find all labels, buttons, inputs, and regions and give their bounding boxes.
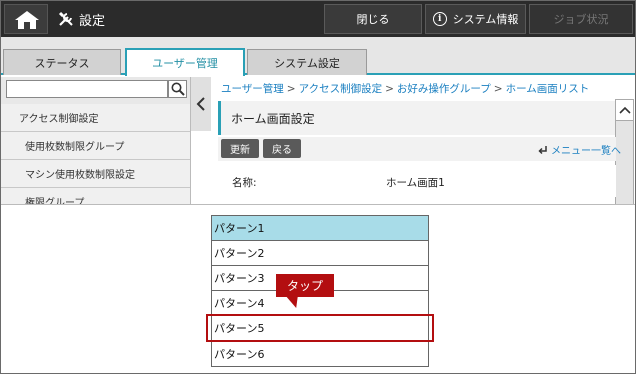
breadcrumb-user-management[interactable]: ユーザー管理 <box>221 83 284 95</box>
option-label: パターン1 <box>214 222 265 235</box>
panel-title: ホーム画面設定 <box>218 101 616 135</box>
tab-user-management-label: ユーザー管理 <box>152 57 218 70</box>
main-content: ユーザー管理 > アクセス制御設定 > お好み操作グループ > ホーム画面リスト ホーム画面… <box>213 77 635 207</box>
option-label: パターン6 <box>214 347 265 361</box>
breadcrumb-home-list[interactable]: ホーム画面リスト <box>506 83 590 95</box>
home-icon <box>15 11 39 29</box>
search-button[interactable] <box>168 80 187 98</box>
sidebar-item-access-control[interactable]: アクセス制御設定 <box>1 104 190 132</box>
app-window: 設定 閉じる i システム情報 ジョブ状況 ステータス ユーザー管理 システム設… <box>0 0 636 374</box>
update-button-label: 更新 <box>230 145 250 156</box>
tab-system-settings[interactable]: システム設定 <box>247 49 367 75</box>
sidebar-item-label: マシン使用枚数制限設定 <box>25 170 135 181</box>
option-label: パターン4 <box>214 297 265 310</box>
search-input[interactable] <box>6 80 168 98</box>
breadcrumb-separator: > <box>493 83 503 95</box>
info-icon: i <box>432 12 447 26</box>
sidebar-item-label: アクセス制御設定 <box>19 114 99 125</box>
tab-user-management[interactable]: ユーザー管理 <box>125 48 245 76</box>
menu-list-link[interactable]: メニュー一覧へ <box>538 142 621 157</box>
tab-bar: ステータス ユーザー管理 システム設定 <box>1 37 635 76</box>
chevron-up-icon <box>618 106 631 114</box>
name-field-row: 名称: ホーム画面1 <box>218 165 616 197</box>
return-arrow-icon <box>538 145 547 154</box>
tab-status[interactable]: ステータス <box>3 49 121 75</box>
close-button[interactable]: 閉じる <box>324 4 422 34</box>
back-button-label: 戻る <box>272 145 292 156</box>
job-status-label: ジョブ状況 <box>553 13 609 26</box>
option-pattern-1[interactable]: パターン1 <box>212 216 428 241</box>
chevron-left-icon <box>196 97 205 111</box>
system-info-label: システム情報 <box>452 13 519 26</box>
breadcrumb: ユーザー管理 > アクセス制御設定 > お好み操作グループ > ホーム画面リスト <box>221 81 589 96</box>
update-button[interactable]: 更新 <box>221 139 259 158</box>
header-bar: 設定 閉じる i システム情報 ジョブ状況 <box>1 1 635 37</box>
menu-list-label: メニュー一覧へ <box>551 146 621 157</box>
sidebar-list: アクセス制御設定 使用枚数制限グループ マシン使用枚数制限設定 権限グループ <box>1 104 190 216</box>
breadcrumb-separator: > <box>286 83 296 95</box>
page-title-area: 設定 <box>57 1 105 37</box>
tap-callout: タップ <box>276 274 334 297</box>
panel-title-text: ホーム画面設定 <box>231 111 315 126</box>
job-status-button[interactable]: ジョブ状況 <box>529 4 633 34</box>
tap-highlight-box <box>206 314 434 342</box>
tab-system-settings-label: システム設定 <box>274 56 340 70</box>
panel-toolbar: 更新 戻る メニュー一覧へ <box>218 137 621 161</box>
sidebar-item-machine-limit[interactable]: マシン使用枚数制限設定 <box>1 160 190 188</box>
name-field-label: 名称: <box>232 177 257 189</box>
scroll-up-button[interactable] <box>615 99 634 121</box>
option-label: パターン3 <box>214 272 265 285</box>
close-button-label: 閉じる <box>356 13 390 26</box>
home-button[interactable] <box>4 4 48 34</box>
sidebar-collapse-button[interactable] <box>191 77 211 131</box>
option-label: パターン2 <box>214 247 265 260</box>
option-pattern-2[interactable]: パターン2 <box>212 241 428 266</box>
scrollbar-track[interactable] <box>615 121 634 207</box>
page-title: 設定 <box>79 13 106 29</box>
tab-status-label: ステータス <box>34 56 90 70</box>
breadcrumb-separator: > <box>385 83 394 95</box>
sidebar: アクセス制御設定 使用枚数制限グループ マシン使用枚数制限設定 権限グループ <box>1 77 191 216</box>
breadcrumb-favorite-group[interactable]: お好み操作グループ <box>397 83 491 95</box>
option-pattern-6[interactable]: パターン6 <box>212 341 428 366</box>
tap-callout-text: タップ <box>286 279 323 293</box>
search-icon <box>171 82 185 96</box>
system-info-button[interactable]: i システム情報 <box>425 4 526 34</box>
tools-icon <box>58 11 73 26</box>
breadcrumb-access-control[interactable]: アクセス制御設定 <box>299 83 382 95</box>
sidebar-item-label: 使用枚数制限グループ <box>25 142 125 153</box>
back-button[interactable]: 戻る <box>263 139 301 158</box>
sidebar-item-usage-limit-group[interactable]: 使用枚数制限グループ <box>1 132 190 160</box>
name-field-value: ホーム画面1 <box>386 177 445 189</box>
